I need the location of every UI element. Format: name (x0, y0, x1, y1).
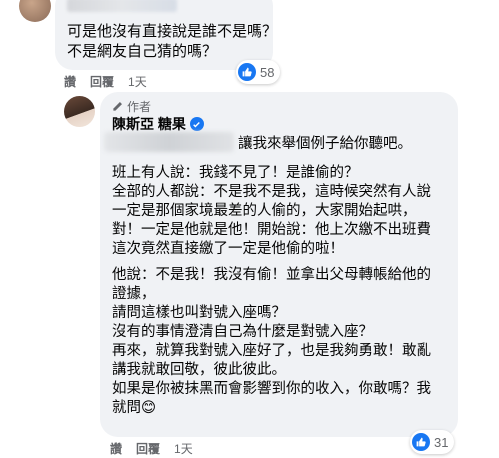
reply-text-line: 這次竟然直接繳了一定是他偷的啦！ (112, 241, 344, 257)
reaction-count[interactable]: 31 (410, 430, 455, 454)
thumbs-up-icon (412, 433, 430, 451)
author-badge: 作者 (112, 98, 151, 115)
reply-paragraph-1: 班上有人說：我錢不見了！是誰偷的？ 全部的人都說：不是我不是我，這時候突然有人說… (112, 164, 431, 259)
reply-text-line: 班上有人說：我錢不見了！是誰偷的？ (112, 165, 359, 181)
author-name-row: 陳斯亞 糖果 (112, 114, 204, 134)
reply-text-line: 對！一定是他就是他！開始說：他上次繳不出班費 (112, 222, 431, 238)
like-button[interactable]: 讚 (110, 440, 122, 457)
verified-badge-icon (189, 117, 204, 131)
author-name[interactable]: 陳斯亞 糖果 (112, 114, 186, 134)
reaction-number: 31 (434, 434, 449, 450)
reply-text-line: 沒有的事情澄清自己為什麼是對號入座？ (112, 324, 373, 340)
reply-text-line: 請問這樣也叫對號入座嗎？ (112, 305, 286, 321)
like-button[interactable]: 讚 (64, 73, 76, 90)
reaction-count[interactable]: 58 (236, 60, 281, 84)
reply-last-line: 就問😊 (112, 399, 431, 418)
smile-emoji: 😊 (141, 400, 157, 416)
reply-paragraph-2: 他說：不是我！我沒有偷！並拿出父母轉帳給他的 證據， 請問這樣也叫對號入座嗎？ … (112, 266, 431, 418)
comment-text-line: 不是網友自己猜的嗎？ (67, 43, 218, 60)
timestamp[interactable]: 1天 (174, 440, 193, 457)
reply-intro: 讓我來舉個例子給你聽吧。 (238, 135, 412, 154)
reply-button[interactable]: 回覆 (90, 73, 114, 90)
author-badge-label: 作者 (127, 100, 152, 114)
timestamp[interactable]: 1天 (128, 73, 147, 90)
reply-text-line: 證據， (112, 286, 156, 302)
comment-bubble: 可是他沒有直接說是誰不是嗎？ 不是網友自己猜的嗎？ (55, 0, 277, 70)
comment-text-line: 可是他沒有直接說是誰不是嗎？ (67, 23, 278, 40)
author-avatar[interactable] (64, 96, 95, 127)
reply-button[interactable]: 回覆 (136, 440, 160, 457)
reply-text-line: 再來，就算我對號入座好了，也是我夠勇敢！敢亂 (112, 343, 431, 359)
reply-bubble: 作者 陳斯亞 糖果 讓我來舉個例子給你聽吧。 班上有人說：我錢不見了！是誰偷的？… (100, 92, 458, 437)
reply-text-line: 他說：不是我！我沒有偷！並拿出父母轉帳給他的 (112, 267, 431, 283)
comment-actions: 讚 回覆 1天 (64, 73, 147, 90)
reaction-number: 58 (260, 64, 275, 80)
reply-text-line: 如果是你被抹黑而會影響到你的收入，你敢嗎？我 (112, 381, 431, 397)
reply-text-line: 一定是那個家境最差的人偷的，大家開始起哄， (112, 203, 417, 219)
reply-text-line: 就問 (112, 400, 141, 416)
reply-text-line: 全部的人都說：不是我不是我，這時候突然有人說 (112, 184, 431, 200)
commenter-avatar[interactable] (19, 0, 51, 22)
thumbs-up-icon (238, 63, 256, 81)
redacted-mention (104, 132, 234, 152)
pen-icon (113, 102, 122, 111)
reply-actions: 讚 回覆 1天 (110, 440, 193, 457)
reply-text-line: 講我就敢回敬，彼此彼此。 (112, 362, 286, 378)
redacted-commenter-name (67, 0, 177, 12)
reply-text-line: 讓我來舉個例子給你聽吧。 (238, 136, 412, 152)
